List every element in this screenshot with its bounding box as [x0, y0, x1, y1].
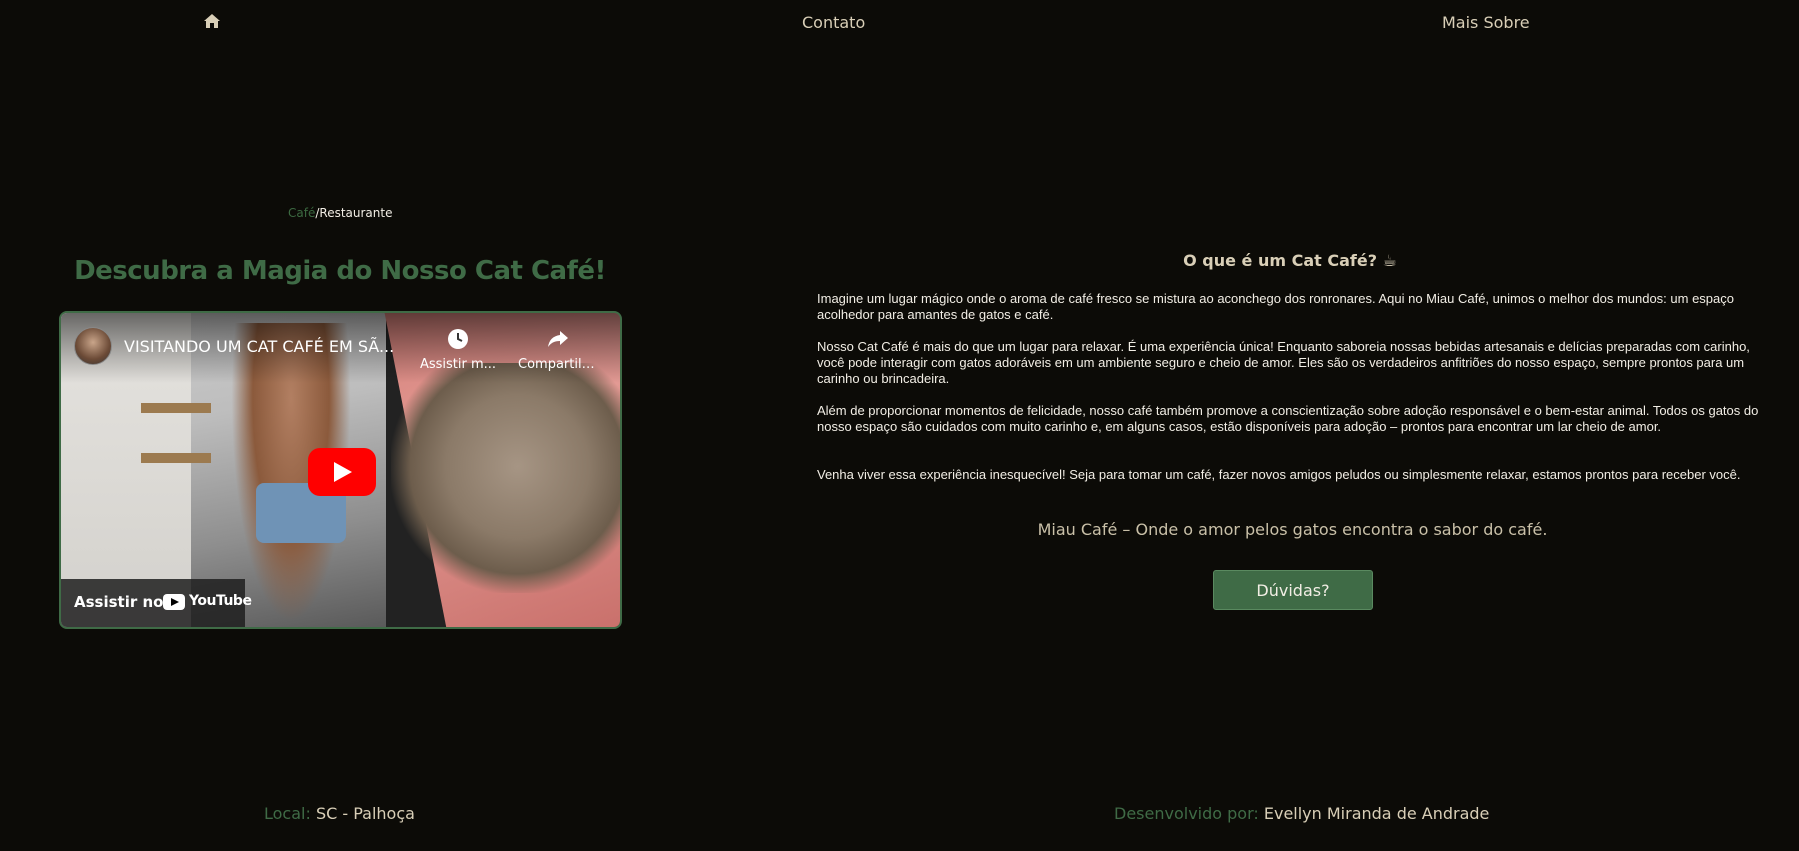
channel-avatar[interactable] [74, 327, 112, 365]
share-label: Compartilh... [518, 357, 598, 372]
footer-local-value: SC - Palhoça [315, 804, 415, 823]
video-shelf [141, 403, 211, 413]
footer-dev-label: Desenvolvido por: [1114, 804, 1259, 823]
youtube-logo-icon [163, 594, 185, 610]
youtube-video-embed[interactable]: VISITANDO UM CAT CAFÉ EM SÃ... Assistir … [59, 311, 622, 629]
footer-local-label: Local: [264, 804, 311, 823]
footer-developer: Desenvolvido por: Evellyn Miranda de And… [1114, 804, 1489, 823]
breadcrumb-cafe: Café [288, 206, 316, 220]
nav-contato-link[interactable]: Contato [802, 13, 865, 32]
tagline: Miau Café – Onde o amor pelos gatos enco… [1037, 520, 1548, 539]
about-paragraph: Além de proporcionar momentos de felicid… [817, 403, 1759, 434]
watch-later-label: Assistir m... [419, 357, 497, 372]
footer-dev-value: Evellyn Miranda de Andrade [1263, 804, 1490, 823]
share-button[interactable]: Compartilh... [518, 327, 598, 372]
video-title[interactable]: VISITANDO UM CAT CAFÉ EM SÃ... [124, 337, 404, 356]
home-link[interactable] [203, 13, 221, 29]
duvidas-button[interactable]: Dúvidas? [1213, 570, 1373, 610]
top-nav: Contato Mais Sobre [0, 0, 1799, 46]
about-title: O que é um Cat Café? ☕ [1183, 251, 1397, 270]
about-paragraph: Venha viver essa experiência inesquecíve… [817, 467, 1741, 482]
breadcrumb-restaurante: Restaurante [319, 206, 393, 220]
video-shelf [141, 453, 211, 463]
page-headline: Descubra a Magia do Nosso Cat Café! [74, 256, 606, 286]
about-paragraph: Nosso Cat Café é mais do que um lugar pa… [817, 339, 1750, 386]
footer-location: Local: SC - Palhoça [264, 804, 415, 823]
video-cat [391, 363, 620, 593]
home-icon [204, 14, 220, 28]
nav-mais-sobre-link[interactable]: Mais Sobre [1442, 13, 1530, 32]
play-button[interactable] [308, 448, 376, 496]
clock-icon [448, 329, 468, 349]
share-icon [548, 331, 568, 347]
youtube-wordmark: YouTube [189, 593, 252, 609]
breadcrumb: Café/Restaurante [288, 206, 392, 220]
watch-on-label: Assistir no [74, 593, 164, 611]
watch-on-youtube-button[interactable]: Assistir no YouTube [61, 579, 252, 627]
about-paragraph: Imagine um lugar mágico onde o aroma de … [817, 291, 1735, 322]
watch-later-button[interactable]: Assistir m... [418, 327, 498, 372]
